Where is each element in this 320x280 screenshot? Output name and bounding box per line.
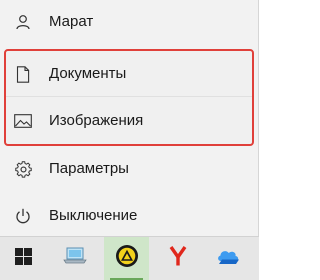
documents-item[interactable]: Документы [0,54,258,94]
start-menu: Марат Документы Изображения Параметры Вы… [0,0,259,236]
yellow-black-app-icon [115,244,139,273]
pictures-icon [14,112,32,130]
yandex-icon [166,244,190,273]
user-account-item[interactable]: Марат [0,2,258,42]
pictures-item[interactable]: Изображения [0,101,258,141]
power-item[interactable]: Выключение [0,196,258,236]
divider [6,96,252,97]
power-label: Выключение [49,207,138,224]
taskbar-app-this-pc[interactable] [52,237,98,280]
taskbar-app-active[interactable] [104,237,149,280]
start-button[interactable] [0,237,46,280]
taskbar-app-cloud[interactable] [205,237,251,280]
user-name: Марат [49,13,94,30]
cloud-icon [215,246,241,271]
taskbar-app-yandex[interactable] [155,237,201,280]
settings-label: Параметры [49,160,129,177]
pictures-label: Изображения [49,112,144,129]
settings-item[interactable]: Параметры [0,149,258,189]
windows-logo-icon [14,247,32,270]
taskbar [0,236,259,280]
user-icon [14,13,32,31]
laptop-icon [62,245,88,272]
power-icon [14,207,32,225]
gear-icon [14,160,32,178]
documents-label: Документы [49,65,127,82]
document-icon [14,65,32,83]
